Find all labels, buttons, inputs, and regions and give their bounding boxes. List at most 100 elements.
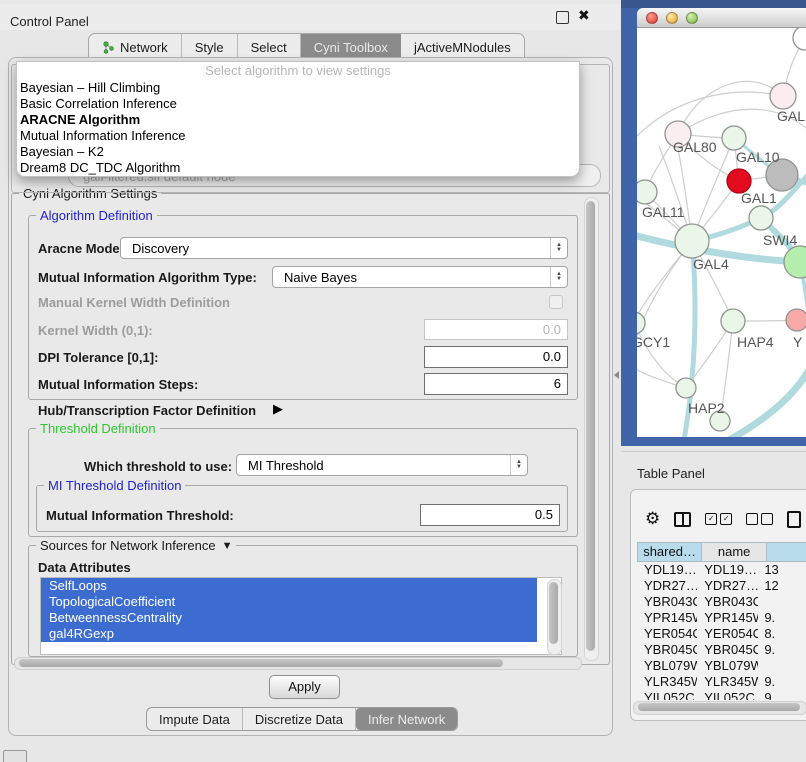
screenshot-root: Control Panel ✖ Network Style Select Cyn… [0, 0, 806, 762]
table-panel-title: Table Panel [637, 466, 705, 481]
settings-vertical-scrollbar[interactable] [584, 197, 599, 661]
table-row[interactable]: YBL079WYBL079W [637, 658, 806, 674]
sources-group-title: Sources for Network Inference [40, 538, 216, 553]
tab-discretize-data[interactable]: Discretize Data [243, 708, 356, 730]
manual-kernel-width-label: Manual Kernel Width Definition [38, 295, 230, 310]
node-label: Y [793, 334, 803, 350]
node-y-partial[interactable] [786, 309, 806, 331]
settings-hscrollbar-thumb[interactable] [19, 659, 503, 667]
right-panel-divider [621, 451, 806, 452]
algorithm-option[interactable]: Dream8 DC_TDC Algorithm [17, 160, 579, 176]
dpi-tolerance-field[interactable]: 0.0 [424, 346, 568, 368]
window-minimize-icon[interactable] [666, 12, 678, 24]
deselect-all-columns-icon[interactable] [746, 513, 773, 525]
column-header-clipped[interactable] [766, 542, 806, 562]
algorithm-option-selected[interactable]: ARACNE Algorithm [17, 112, 579, 128]
window-zoom-icon[interactable] [686, 12, 698, 24]
panel-resize-handle-icon[interactable] [614, 371, 619, 379]
node-label: GAL80 [673, 139, 717, 155]
select-all-columns-icon[interactable]: ✓ ✓ [705, 513, 732, 525]
node-gal10[interactable] [722, 126, 746, 150]
table-row[interactable]: YDR27…YDR27…12 [637, 578, 806, 594]
aracne-mode-label: Aracne Mode: [38, 241, 124, 256]
kernel-width-field[interactable]: 0.0 [424, 319, 568, 340]
settings-scrollbar-thumb[interactable] [586, 201, 595, 651]
table-row[interactable]: YDL19…YDL19…13 [637, 562, 806, 578]
tab-infer-network[interactable]: Infer Network [356, 708, 457, 730]
node-label: HAP2 [688, 400, 725, 416]
combo-stepper-icon: ▲▼ [510, 455, 527, 475]
attribute-item-selected[interactable]: gal4RGexp [41, 626, 537, 642]
algorithm-option[interactable]: Bayesian – Hill Climbing [17, 80, 579, 96]
control-panel-title: Control Panel [10, 14, 89, 29]
algorithm-option[interactable]: Bayesian – K2 [17, 144, 579, 160]
threshold-definition-title: Threshold Definition [36, 421, 160, 436]
node-label: GCY1 [637, 334, 670, 350]
network-tab-icon [102, 41, 115, 54]
node-gal11[interactable] [637, 180, 657, 204]
manual-kernel-width-checkbox[interactable] [549, 295, 563, 309]
which-threshold-combo[interactable]: MI Threshold ▲▼ [236, 454, 528, 476]
node-label: GAL11 [642, 204, 685, 220]
mi-threshold-label: Mutual Information Threshold: [46, 508, 234, 523]
network-canvas[interactable]: GAL GAL80 GAL10 GAL1 GAL11 SWI4 GAL4 GCY… [637, 28, 806, 437]
which-threshold-label: Which threshold to use: [84, 459, 232, 474]
node-unlabeled[interactable] [793, 28, 806, 50]
apply-button[interactable]: Apply [269, 675, 340, 699]
algorithm-option[interactable]: Mutual Information Inference [17, 128, 579, 144]
node-gal4[interactable] [675, 224, 709, 258]
network-window-titlebar[interactable] [637, 8, 806, 28]
mi-threshold-field[interactable]: 0.5 [420, 504, 560, 526]
table-horizontal-scrollbar[interactable] [633, 701, 806, 715]
node-hap2[interactable] [676, 378, 696, 398]
node-green[interactable] [784, 246, 806, 278]
window-close-icon[interactable] [646, 12, 658, 24]
algorithm-dropdown-prompt: Select algorithm to view settings [17, 62, 579, 80]
table-row[interactable]: YPR145WYPR145W9. [637, 610, 806, 626]
node-label: GAL4 [693, 256, 729, 272]
attribute-item-selected[interactable]: TopologicalCoefficient [41, 594, 537, 610]
column-header-name[interactable]: name [701, 542, 766, 562]
bottom-tab-bar: Impute Data Discretize Data Infer Networ… [146, 707, 458, 731]
attributes-vertical-scrollbar[interactable] [547, 579, 562, 655]
table-row[interactable]: YBR045CYBR045C9. [637, 642, 806, 658]
split-columns-icon[interactable] [674, 512, 691, 527]
kernel-width-label: Kernel Width (0,1): [38, 323, 153, 338]
mi-steps-label: Mutual Information Steps: [38, 377, 198, 392]
network-window-frame-top [621, 0, 806, 8]
mi-algorithm-type-label: Mutual Information Algorithm Type: [38, 270, 257, 285]
algorithm-dropdown-popup: Select algorithm to view settings Bayesi… [16, 61, 580, 177]
mi-steps-field[interactable]: 6 [424, 373, 568, 395]
float-window-button[interactable] [556, 11, 569, 24]
node-hap4[interactable] [721, 309, 745, 333]
table-hscrollbar-thumb[interactable] [638, 703, 800, 711]
data-attributes-list[interactable]: SelfLoops TopologicalCoefficient Between… [40, 577, 562, 655]
column-header-shared[interactable]: shared… [637, 542, 701, 562]
attribute-item-selected[interactable]: SelfLoops [41, 578, 537, 594]
algorithm-option[interactable]: Basic Correlation Inference [17, 96, 579, 112]
table-row[interactable]: YER054CYER054C8. [637, 626, 806, 642]
attribute-item-selected[interactable]: BetweennessCentrality [41, 610, 537, 626]
table-body: YDL19…YDL19…13 YDR27…YDR27…12 YBR043CYBR… [637, 562, 806, 700]
settings-horizontal-scrollbar[interactable] [14, 657, 582, 670]
control-panel-header: Control Panel [0, 4, 620, 30]
export-table-icon[interactable] [787, 511, 801, 528]
node-swi4[interactable] [749, 206, 773, 230]
table-row[interactable]: YIL052CYIL052C9 [637, 690, 806, 700]
tab-impute-data[interactable]: Impute Data [147, 708, 243, 730]
algorithm-definition-title: Algorithm Definition [36, 208, 157, 223]
sources-collapse-arrow-icon[interactable]: ▼ [222, 540, 233, 552]
node-label: GAL10 [736, 149, 780, 165]
close-panel-button[interactable]: ✖ [578, 7, 590, 24]
gear-icon[interactable]: ⚙ [645, 509, 660, 529]
aracne-mode-combo[interactable]: Discovery ▲▼ [120, 237, 568, 259]
attributes-scrollbar-thumb[interactable] [549, 582, 558, 644]
node-gcy1[interactable] [637, 312, 645, 334]
mi-algorithm-type-combo[interactable]: Naive Bayes ▲▼ [272, 266, 568, 288]
network-view-window: GAL GAL80 GAL10 GAL1 GAL11 SWI4 GAL4 GCY… [637, 8, 806, 438]
hub-expand-arrow-icon[interactable]: ▶ [273, 401, 283, 417]
node-gal-partial[interactable] [770, 83, 796, 109]
table-row[interactable]: YLR345WYLR345W9. [637, 674, 806, 690]
corner-mini-button[interactable] [3, 750, 27, 762]
table-row[interactable]: YBR043CYBR043C [637, 594, 806, 610]
